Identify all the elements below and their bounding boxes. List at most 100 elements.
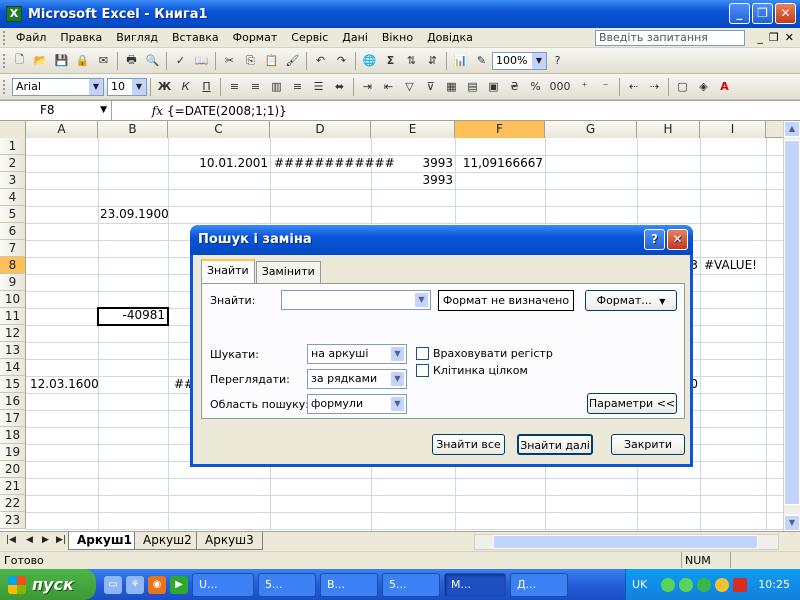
column-header-c[interactable]: C [168,121,270,138]
first-sheet-icon[interactable]: |◀ [6,535,16,545]
show-desktop-icon[interactable]: ▭ [104,575,122,594]
sort-ascending-icon[interactable]: ⇅ [402,51,421,70]
cell-a15[interactable]: 12.03.1600 [28,376,99,393]
task-button[interactable]: В... [320,572,378,597]
percent-icon[interactable]: % [526,77,545,96]
chart-wizard-icon[interactable]: 📊 [451,51,470,70]
print-preview-icon[interactable]: 🔍 [143,51,162,70]
merge-center-icon[interactable]: ⬌ [330,77,349,96]
indent-icon[interactable]: ⇥ [358,77,377,96]
chevron-down-icon[interactable]: ▼ [414,292,429,308]
zoom-select[interactable]: 100% ▼ [492,51,547,70]
column-header-a[interactable]: A [26,121,98,138]
firefox-icon[interactable]: ◉ [148,575,166,594]
align-center-icon[interactable]: ≡ [246,77,265,96]
find-next-button[interactable]: Знайти далі [517,434,593,455]
insert-function-icon[interactable]: fx [112,104,167,118]
cell-i8[interactable]: #VALUE! [702,257,766,274]
menu-help[interactable]: Довідка [420,31,480,44]
prev-sheet-icon[interactable]: ◀ [26,535,33,545]
quicklaunch-icon[interactable]: ⚘ [126,575,144,594]
row-header[interactable]: 1 [0,138,26,155]
scroll-down-icon[interactable]: ▼ [784,515,800,531]
doc-restore-button[interactable]: ❐ [769,31,779,44]
row-header[interactable]: 3 [0,172,26,189]
row-header[interactable]: 15 [0,376,26,393]
column-header-e[interactable]: E [371,121,455,138]
menu-insert[interactable]: Вставка [165,31,226,44]
save-icon[interactable]: 💾 [52,51,71,70]
help-icon[interactable]: ? [548,51,567,70]
find-all-button[interactable]: Знайти все [432,434,505,455]
font-color-icon[interactable]: A [715,77,734,96]
tray-app-icon[interactable] [715,577,730,592]
print-icon[interactable]: 🖶 [122,51,141,70]
cell-b11-selected[interactable]: -40981 [97,307,169,326]
research-icon[interactable]: 📖 [192,51,211,70]
task-button[interactable]: U... [192,572,254,597]
cell-f2[interactable]: 11,09166667 [455,155,545,172]
menu-tools[interactable]: Сервіс [284,31,335,44]
task-button[interactable]: 5... [382,572,440,597]
lookin-select[interactable]: формули ▼ [307,394,407,414]
row-header[interactable]: 7 [0,240,26,257]
task-button[interactable]: 5... [258,572,316,597]
thousands-icon[interactable]: 000 [547,77,573,96]
row-header[interactable]: 6 [0,223,26,240]
match-case-checkbox[interactable] [416,347,429,360]
doc-close-button[interactable]: ✕ [785,31,794,44]
within-select[interactable]: на аркуші ▼ [307,344,407,364]
sheet-tab-1[interactable]: Аркуш1 [68,532,141,550]
filter-icon[interactable]: ▽ [400,77,419,96]
dialog-help-button[interactable]: ? [644,229,665,250]
borders-icon[interactable]: ▢ [673,77,692,96]
increase-indent-icon[interactable]: ⇢ [645,77,664,96]
column-header-h[interactable]: H [637,121,700,138]
bold-icon[interactable]: Ж [155,77,174,96]
filter-clear-icon[interactable]: ⊽ [421,77,440,96]
scroll-thumb[interactable] [784,140,800,505]
email-icon[interactable]: ✉ [94,51,113,70]
menu-format[interactable]: Формат [226,31,285,44]
row-header[interactable]: 10 [0,291,26,308]
format-button[interactable]: Формат... ▼ [585,290,677,311]
row-header[interactable]: 17 [0,410,26,427]
cell-e3[interactable]: 3993 [371,172,455,189]
tab-find[interactable]: Знайти [201,259,255,283]
drawing-icon[interactable]: ✎ [472,51,491,70]
decrease-indent-icon[interactable]: ⇠ [624,77,643,96]
row-header[interactable]: 22 [0,495,26,512]
format-painter-icon[interactable]: 🖌 [283,51,302,70]
font-select[interactable]: Arial ▼ [12,77,104,96]
restore-button[interactable]: ❐ [752,3,773,24]
pivot-icon[interactable]: ▣ [484,77,503,96]
hyperlink-icon[interactable]: 🌐 [360,51,379,70]
autosum-icon[interactable]: Σ [381,51,400,70]
close-button[interactable]: ✕ [775,3,796,24]
toolbar-grip[interactable] [3,53,9,68]
find-input[interactable]: ▼ [281,290,431,310]
undo-icon[interactable]: ↶ [311,51,330,70]
list-icon[interactable]: ▤ [463,77,482,96]
column-header-b[interactable]: B [98,121,168,138]
cell-d2[interactable]: ############ [272,155,395,172]
align-right-icon[interactable]: ≡ [288,77,307,96]
increase-decimal-icon[interactable]: ⁺ [575,77,594,96]
menu-window[interactable]: Вікно [375,31,420,44]
cell-b5[interactable]: 23.09.1900 [98,206,169,223]
underline-icon[interactable]: П [197,77,216,96]
outdent-icon[interactable]: ⇤ [379,77,398,96]
dialog-close-button[interactable]: ✕ [667,229,688,250]
tray-eye-icon[interactable] [679,577,694,592]
cut-icon[interactable]: ✂ [220,51,239,70]
scroll-up-icon[interactable]: ▲ [784,121,800,137]
column-header-i[interactable]: I [700,121,766,138]
new-icon[interactable]: 🗋 [10,51,29,70]
font-size-select[interactable]: 10 ▼ [107,77,147,96]
sheet-tab-2[interactable]: Аркуш2 [134,532,201,550]
tab-replace[interactable]: Замінити [255,261,321,283]
name-box[interactable]: F8 ▼ [0,101,112,120]
distribute-icon[interactable]: ▥ [267,77,286,96]
row-header[interactable]: 13 [0,342,26,359]
options-button[interactable]: Параметри << [587,393,677,414]
